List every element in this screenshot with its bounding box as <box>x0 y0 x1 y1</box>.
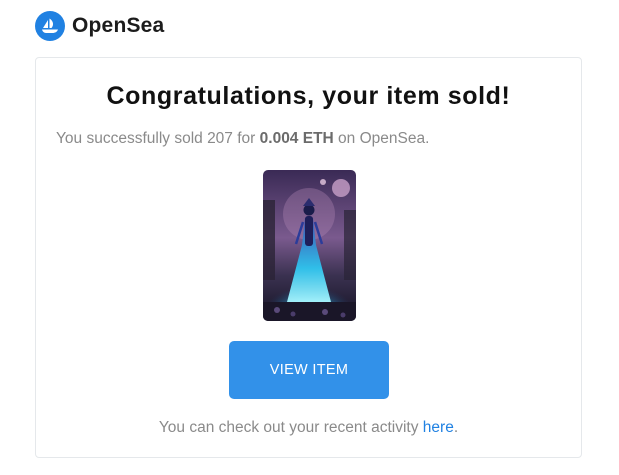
brand-header: OpenSea <box>35 10 164 42</box>
footer-prefix: You can check out your recent activity <box>158 419 423 436</box>
recent-activity-link[interactable]: here <box>423 419 454 436</box>
opensea-logo-icon <box>35 11 65 41</box>
sale-price: 0.004 ETH <box>259 130 334 147</box>
footer-suffix: . <box>453 419 459 436</box>
sale-message-prefix: You successfully sold 207 for <box>56 130 260 147</box>
page-title: Congratulations, your item sold! <box>106 82 511 110</box>
sale-message: You successfully sold 207 for 0.004 ETH … <box>56 130 429 148</box>
view-item-button[interactable]: VIEW ITEM <box>229 341 389 399</box>
recent-activity-note: You can check out your recent activity h… <box>36 419 581 437</box>
sale-message-suffix: on OpenSea. <box>333 130 430 147</box>
brand-name: OpenSea <box>72 14 165 37</box>
nft-item-image[interactable] <box>263 170 356 321</box>
sale-notification-card: Congratulations, your item sold! You suc… <box>35 57 582 458</box>
